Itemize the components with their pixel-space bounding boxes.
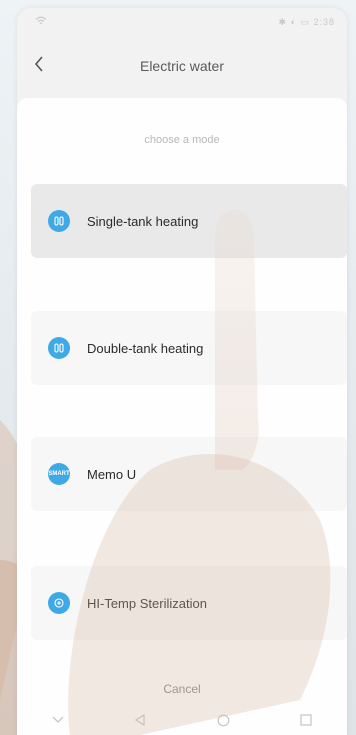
mode-selection-sheet: choose a mode Single-tank heating Double… (17, 98, 347, 735)
mode-option-memo-u[interactable]: SMART Memo U (31, 437, 347, 511)
cancel-button[interactable]: Cancel (17, 682, 347, 696)
smart-icon: SMART (48, 463, 70, 485)
chevron-down-icon[interactable] (52, 716, 64, 724)
dual-bars-icon (48, 337, 70, 359)
mode-option-single-tank[interactable]: Single-tank heating (31, 184, 347, 258)
sterilize-icon (48, 592, 70, 614)
mode-label: Single-tank heating (87, 213, 199, 229)
app-header: Electric water (17, 36, 347, 98)
mode-label: Double-tank heating (87, 340, 204, 356)
status-bar: ✱ ◐ ▭ 2:38 (17, 8, 347, 36)
home-circle-icon[interactable] (217, 714, 230, 727)
sheet-title: choose a mode (144, 134, 220, 146)
system-nav-bar (17, 705, 347, 735)
mode-option-hi-temp-sterilization[interactable]: HI-Temp Sterilization (31, 566, 347, 640)
status-indicators: ✱ ◐ ▭ 2:38 (278, 17, 335, 27)
mode-label: HI-Temp Sterilization (87, 595, 207, 611)
wifi-icon (35, 16, 47, 29)
mode-label: Memo U (87, 466, 137, 482)
phone-frame: ✱ ◐ ▭ 2:38 Electric water choose a mode … (17, 8, 347, 735)
dual-bars-icon (48, 210, 70, 232)
page-title: Electric water (139, 58, 225, 74)
mode-option-double-tank[interactable]: Double-tank heating (31, 311, 347, 385)
back-triangle-icon[interactable] (134, 714, 146, 726)
recent-square-icon[interactable] (300, 714, 312, 726)
